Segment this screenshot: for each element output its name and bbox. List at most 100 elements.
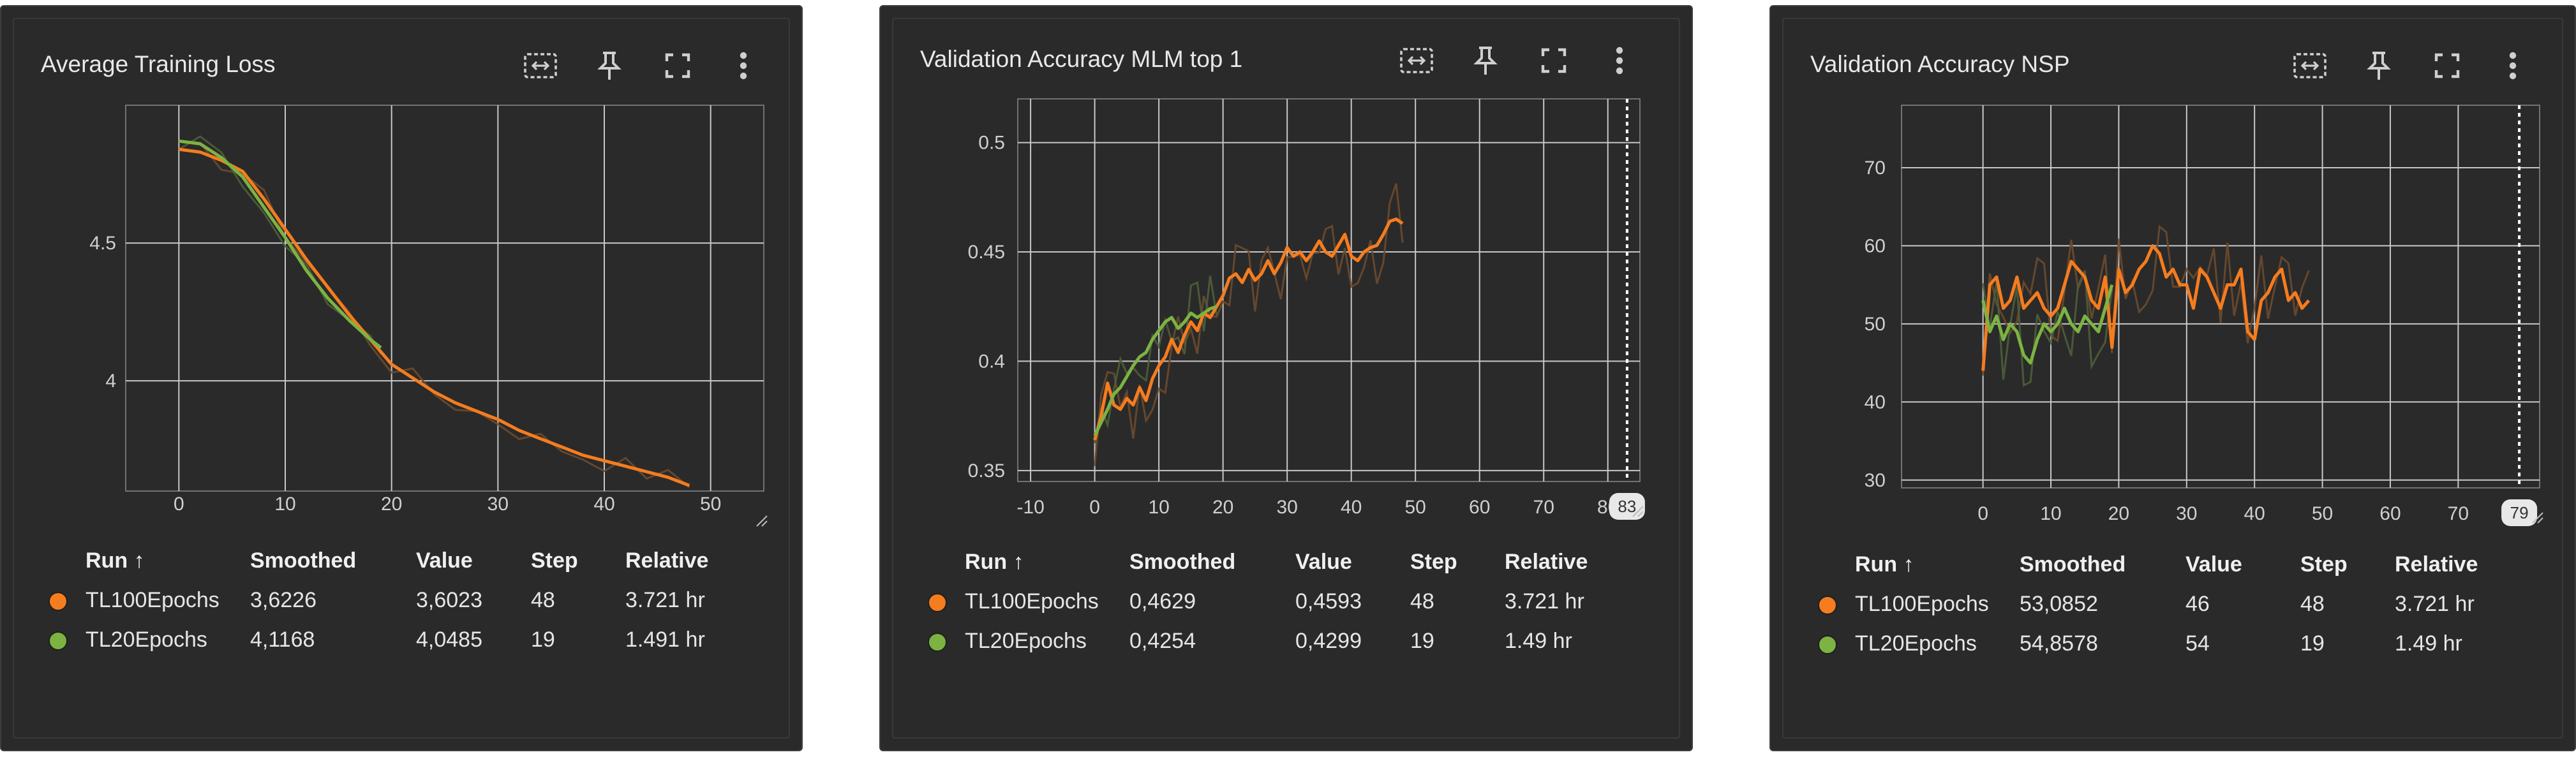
- x-tick-label: 70: [1533, 497, 1554, 518]
- legend-cell-step: 48: [2300, 592, 2325, 616]
- card-title: Validation Accuracy NSP: [1810, 51, 2070, 77]
- legend-cell-value: 0,4593: [1295, 589, 1362, 614]
- pin-icon: [595, 50, 623, 81]
- series-line-TL100Epochs[interactable]: [179, 147, 690, 487]
- chart-plot[interactable]: 0 10 20 30 40 50 4 4.5: [59, 96, 773, 555]
- card-title: Average Training Loss: [41, 51, 276, 77]
- x-tick-label: 50: [1405, 497, 1426, 518]
- more-vert-button[interactable]: [721, 43, 766, 88]
- fullscreen-icon: [1540, 47, 1567, 74]
- series-raw-line-TL20Epochs: [1094, 276, 1218, 444]
- fullscreen-button[interactable]: [655, 43, 700, 88]
- legend-cell-smoothed: 3,6226: [250, 588, 316, 612]
- card-toolbar: [518, 43, 786, 88]
- legend-header-value: Value: [416, 548, 473, 573]
- x-tick-label: -10: [1016, 497, 1044, 518]
- fit-domain-button[interactable]: [1394, 38, 1439, 83]
- y-tick-label: 0.4: [978, 351, 1005, 372]
- legend-cell-relative: 1.49 hr: [1505, 629, 1572, 653]
- legend-cell-smoothed: 53,0852: [2020, 592, 2098, 616]
- legend-header-relative: Relative: [625, 548, 709, 573]
- y-tick-label: 50: [1865, 314, 1886, 335]
- fullscreen-button[interactable]: [1531, 38, 1576, 83]
- x-tick-label: 0: [1089, 497, 1100, 518]
- y-tick-label: 0.5: [978, 133, 1005, 154]
- legend-cell-value: 4,0485: [416, 628, 482, 652]
- legend-cell-run: TL20Epochs: [1855, 631, 1977, 656]
- legend-cell-step: 48: [531, 588, 555, 612]
- pin-button[interactable]: [1463, 38, 1508, 83]
- step-marker-label: 83: [1618, 497, 1636, 516]
- y-tick-label: 0.45: [968, 242, 1005, 263]
- legend-cell-value: 0,4299: [1295, 629, 1362, 653]
- card-toolbar: [1394, 38, 1662, 83]
- more-vert-icon: [738, 50, 748, 81]
- pin-icon: [2365, 50, 2393, 81]
- x-tick-label: 10: [274, 494, 295, 515]
- legend-header-run[interactable]: Run ↑: [965, 550, 1024, 575]
- legend-header-relative: Relative: [1505, 550, 1588, 574]
- x-tick-label: 60: [1469, 497, 1490, 518]
- legend-header-smoothed: Smoothed: [2020, 552, 2126, 577]
- x-tick-label: 30: [1276, 497, 1297, 518]
- legend-cell-smoothed: 0,4629: [1129, 589, 1196, 614]
- fullscreen-button[interactable]: [2425, 43, 2469, 88]
- chart-card-training-loss: Average Training Loss 0 10 20 30 40 50 4 4.5 Ru…: [0, 5, 803, 751]
- legend-cell-step: 19: [531, 628, 555, 652]
- more-vert-button[interactable]: [1597, 38, 1642, 83]
- legend-header-step: Step: [531, 548, 578, 573]
- legend-cell-smoothed: 54,8578: [2020, 631, 2098, 656]
- pin-button[interactable]: [2356, 43, 2401, 88]
- legend-cell-run: TL20Epochs: [965, 629, 1087, 653]
- plot-frame: [125, 105, 764, 492]
- x-tick-label: 40: [1341, 497, 1362, 518]
- legend-header-relative: Relative: [2395, 552, 2478, 577]
- x-tick-label: 40: [593, 494, 614, 515]
- legend-header-run[interactable]: Run ↑: [1855, 552, 1914, 577]
- chart-card-mlm-accuracy: Validation Accuracy MLM top 1 -10 0 10 20 30…: [879, 5, 1693, 751]
- fit-domain-icon: [2292, 52, 2328, 80]
- y-tick-label: 70: [1865, 158, 1886, 179]
- x-tick-label: 60: [2379, 503, 2401, 524]
- x-tick-label: 30: [488, 494, 509, 515]
- legend-cell-run: TL100Epochs: [965, 589, 1099, 614]
- legend-cell-value: 3,6023: [416, 588, 482, 612]
- legend-header-value: Value: [2185, 552, 2242, 577]
- fit-domain-button[interactable]: [518, 43, 563, 88]
- legend-header-step: Step: [1410, 550, 1457, 574]
- y-tick-label: 60: [1865, 235, 1886, 256]
- legend-cell-step: 19: [2300, 631, 2325, 656]
- legend-cell-run: TL100Epochs: [1855, 592, 1989, 616]
- series-color-dot: [928, 633, 947, 652]
- more-vert-icon: [1614, 45, 1625, 76]
- y-tick-label: 4.5: [89, 233, 116, 254]
- x-tick-label: 30: [2176, 503, 2197, 524]
- x-tick-label: 0: [174, 494, 184, 515]
- legend-cell-run: TL20Epochs: [86, 628, 207, 652]
- more-vert-button[interactable]: [2490, 43, 2535, 88]
- legend-header-run[interactable]: Run ↑: [86, 548, 145, 573]
- fullscreen-icon: [2434, 52, 2461, 79]
- legend-cell-value: 46: [2185, 592, 2210, 616]
- x-tick-label: 20: [381, 494, 402, 515]
- legend-cell-smoothed: 0,4254: [1129, 629, 1196, 653]
- chart-plot[interactable]: 0 10 20 30 40 50 60 70 30 40 50 60 70 79: [1828, 96, 2556, 555]
- plot-frame: [1017, 98, 1641, 482]
- fit-domain-button[interactable]: [2288, 43, 2332, 88]
- fullscreen-icon: [664, 52, 691, 79]
- x-tick-label: 50: [700, 494, 721, 515]
- legend-cell-relative: 3.721 hr: [1505, 589, 1584, 614]
- chart-plot[interactable]: -10 0 10 20 30 40 50 60 70 800.350.40.450.583: [938, 89, 1672, 555]
- x-tick-label: 70: [2448, 503, 2469, 524]
- x-tick-label: 50: [2312, 503, 2333, 524]
- pin-button[interactable]: [587, 43, 632, 88]
- y-tick-label: 4: [105, 371, 116, 392]
- resize-handle-icon[interactable]: [756, 515, 768, 527]
- legend-cell-value: 54: [2185, 631, 2210, 656]
- legend-header-smoothed: Smoothed: [250, 548, 357, 573]
- card-title: Validation Accuracy MLM top 1: [920, 46, 1243, 72]
- pin-icon: [1471, 45, 1500, 76]
- y-tick-label: 30: [1865, 470, 1886, 491]
- legend-cell-step: 48: [1410, 589, 1434, 614]
- series-raw-line-TL100Epochs: [1094, 183, 1404, 466]
